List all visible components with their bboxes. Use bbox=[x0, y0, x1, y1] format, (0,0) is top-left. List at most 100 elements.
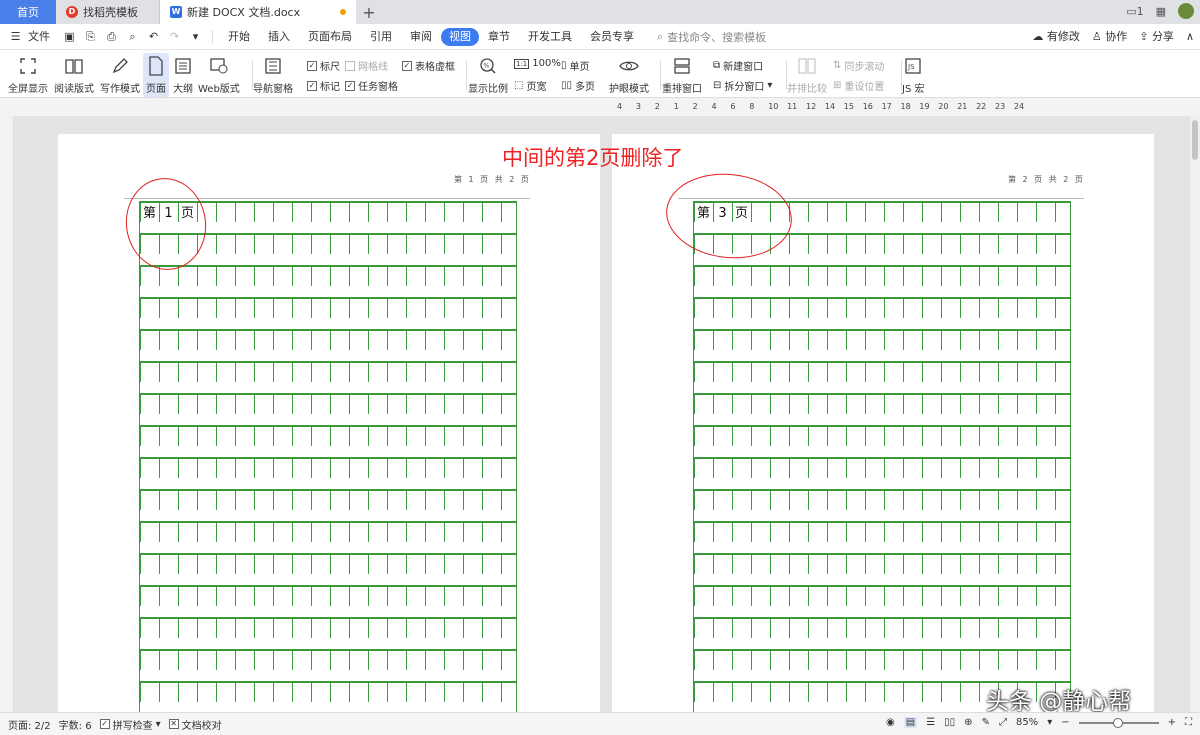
write-mode-button[interactable]: 写作模式 bbox=[100, 55, 140, 95]
export-pdf-icon[interactable]: ⎘ bbox=[83, 29, 98, 44]
menu-review[interactable]: 审阅 bbox=[401, 28, 441, 46]
scrollbar-thumb[interactable] bbox=[1192, 120, 1198, 160]
ruler-checkbox[interactable]: ✓ 标尺 bbox=[307, 58, 340, 73]
menu-right-actions: ☁ 有修改 ♙ 协作 ⇪ 分享 ∧ bbox=[1032, 28, 1194, 44]
spell-check-button[interactable]: ✓ 拼写检查 ▾ bbox=[99, 717, 161, 732]
zoom-level[interactable]: 85% bbox=[1016, 717, 1038, 728]
spell-dropdown-icon: ▾ bbox=[155, 718, 161, 730]
web-layout-button[interactable]: Web版式 bbox=[198, 55, 240, 95]
reset-position-button[interactable]: ⊞ 重设位置 bbox=[833, 78, 884, 93]
hamburger-menu-icon[interactable]: ☰ bbox=[8, 29, 23, 44]
multi-page-button[interactable]: ▯▯ 多页 bbox=[561, 78, 595, 93]
zoom-ratio-button[interactable]: % 显示比例 bbox=[468, 55, 508, 95]
vertical-scrollbar[interactable] bbox=[1190, 116, 1200, 712]
collapse-ribbon-icon[interactable]: ∧ bbox=[1186, 30, 1194, 43]
zoom-100-button[interactable]: 1:1 100% bbox=[514, 58, 561, 69]
gridlines-box-icon bbox=[345, 60, 355, 71]
fullscreen-button[interactable]: 全屏显示 bbox=[8, 55, 48, 95]
menu-home[interactable]: 开始 bbox=[219, 28, 259, 46]
undo-icon[interactable]: ↶ bbox=[146, 29, 161, 44]
rearrange-window-label: 重排窗口 bbox=[662, 84, 702, 95]
menu-view[interactable]: 视图 bbox=[441, 27, 479, 46]
tab-template[interactable]: D 找稻壳模板 bbox=[56, 0, 160, 24]
quick-access-dropdown-icon[interactable]: ▾ bbox=[188, 29, 203, 44]
tab-document[interactable]: W 新建 DOCX 文档.docx bbox=[160, 0, 356, 24]
new-tab-plus-icon[interactable]: + bbox=[356, 0, 382, 24]
share-button[interactable]: ⇪ 分享 bbox=[1139, 28, 1174, 44]
avatar[interactable] bbox=[1178, 3, 1194, 19]
page-view-status-icon[interactable]: ▤ bbox=[903, 717, 918, 728]
collab-button[interactable]: ♙ 协作 bbox=[1092, 28, 1127, 44]
rearrange-window-button[interactable]: 重排窗口 bbox=[662, 55, 702, 95]
web-status-icon[interactable]: ⊕ bbox=[964, 717, 972, 728]
menu-file[interactable]: 文件 bbox=[26, 28, 59, 46]
read-status-icon[interactable]: ▯▯ bbox=[944, 717, 955, 728]
apps-grid-icon[interactable]: ▦ bbox=[1156, 5, 1166, 18]
eye-mode-button[interactable]: 护眼模式 bbox=[609, 55, 649, 95]
menu-chapter[interactable]: 章节 bbox=[479, 28, 519, 46]
task-pane-checkbox[interactable]: ✓ 任务窗格 bbox=[345, 78, 398, 93]
menu-developer[interactable]: 开发工具 bbox=[519, 28, 581, 46]
page-icon bbox=[145, 55, 167, 77]
new-window-button[interactable]: ⧉ 新建窗口 bbox=[713, 58, 763, 73]
js-macro-button[interactable]: JS JS 宏 bbox=[902, 55, 924, 95]
table-dashed-checkbox[interactable]: ✓ 表格虚框 bbox=[402, 58, 455, 73]
fullscreen-status-icon[interactable]: ⛶ bbox=[1185, 717, 1192, 728]
print-icon[interactable]: ⎙ bbox=[104, 29, 119, 44]
revise-button[interactable]: ☁ 有修改 bbox=[1032, 28, 1080, 44]
unsaved-dot-icon bbox=[340, 9, 346, 15]
ruler-number: 1 bbox=[673, 102, 679, 111]
outline-status-icon[interactable]: ☰ bbox=[926, 717, 935, 728]
layout-switch-icon[interactable]: ▭1 bbox=[1126, 5, 1143, 18]
marks-check-icon: ✓ bbox=[307, 80, 317, 91]
single-page-label: 单页 bbox=[569, 62, 590, 73]
outline-button[interactable]: 大纲 bbox=[172, 55, 194, 95]
reset-position-icon: ⊞ bbox=[833, 80, 842, 91]
document-canvas[interactable]: 第 1 页 共 2 页 第 1 页 第 2 页 共 2 页 第 3 页 bbox=[0, 116, 1190, 712]
zoom-slider-knob[interactable] bbox=[1112, 717, 1123, 728]
page-1: 第 1 页 共 2 页 第 1 页 bbox=[58, 134, 600, 712]
page-width-icon: ⬚ bbox=[514, 80, 524, 91]
menu-page-layout[interactable]: 页面布局 bbox=[299, 28, 361, 46]
gridlines-checkbox[interactable]: 网格线 bbox=[345, 58, 388, 73]
zoom-in-icon[interactable]: + bbox=[1168, 717, 1176, 728]
horizontal-ruler[interactable]: 4 3 2 1 2 4 6 8 10 11 12 14 15 16 17 18 19 20 21 22 23 24 bbox=[0, 98, 1200, 116]
ruler-check-icon: ✓ bbox=[307, 60, 317, 71]
nav-pane-button[interactable]: 导航窗格 bbox=[253, 55, 293, 95]
split-window-button[interactable]: ⊟ 拆分窗口 ▾ bbox=[713, 78, 772, 93]
side-by-side-button[interactable]: 并排比较 bbox=[787, 55, 827, 95]
zoom-slider[interactable] bbox=[1078, 717, 1159, 728]
fit-page-icon[interactable]: ⤢ bbox=[999, 717, 1007, 728]
zoom-out-icon[interactable]: − bbox=[1061, 717, 1069, 728]
ruler-number: 21 bbox=[957, 102, 968, 111]
svg-text:JS: JS bbox=[907, 63, 915, 71]
eye-mode-status-icon[interactable]: ◉ bbox=[886, 717, 895, 728]
single-page-button[interactable]: ▯ 单页 bbox=[561, 58, 590, 73]
menu-insert[interactable]: 插入 bbox=[259, 28, 299, 46]
sync-scroll-button[interactable]: ⇅ 同步滚动 bbox=[833, 58, 884, 73]
marks-checkbox[interactable]: ✓ 标记 bbox=[307, 78, 340, 93]
ribbon-separator bbox=[466, 60, 467, 90]
pen-icon bbox=[109, 55, 131, 77]
ruler-number: 15 bbox=[843, 102, 854, 111]
page-width-button[interactable]: ⬚ 页宽 bbox=[514, 78, 546, 93]
menu-member[interactable]: 会员专享 bbox=[581, 28, 643, 46]
page-view-button[interactable]: 页面 bbox=[143, 53, 169, 97]
word-count[interactable]: 字数: 6 bbox=[59, 717, 92, 732]
vertical-ruler[interactable] bbox=[0, 116, 14, 712]
write-status-icon[interactable]: ✎ bbox=[982, 717, 990, 728]
ruler-number: 2 bbox=[654, 102, 660, 111]
menu-references[interactable]: 引用 bbox=[361, 28, 401, 46]
proofread-button[interactable]: ✕ 文档校对 bbox=[168, 717, 222, 732]
status-bar: 页面: 2/2 字数: 6 ✓ 拼写检查 ▾ ✕ 文档校对 ◉ ▤ ☰ ▯▯ ⊕ ✎ … bbox=[0, 712, 1200, 735]
reset-position-label: 重设位置 bbox=[844, 82, 885, 93]
print-preview-icon[interactable]: ⌕ bbox=[125, 29, 140, 44]
redo-icon[interactable]: ↷ bbox=[167, 29, 182, 44]
ruler-number: 24 bbox=[1013, 102, 1025, 111]
command-search[interactable]: ⌕ 查找命令、搜索模板 bbox=[657, 29, 766, 45]
save-icon[interactable]: ▣ bbox=[62, 29, 77, 44]
tab-home[interactable]: 首页 bbox=[0, 0, 56, 24]
read-mode-button[interactable]: 阅读版式 bbox=[54, 55, 94, 95]
page-count[interactable]: 页面: 2/2 bbox=[8, 717, 51, 732]
zoom-dropdown-icon[interactable]: ▾ bbox=[1047, 717, 1052, 728]
